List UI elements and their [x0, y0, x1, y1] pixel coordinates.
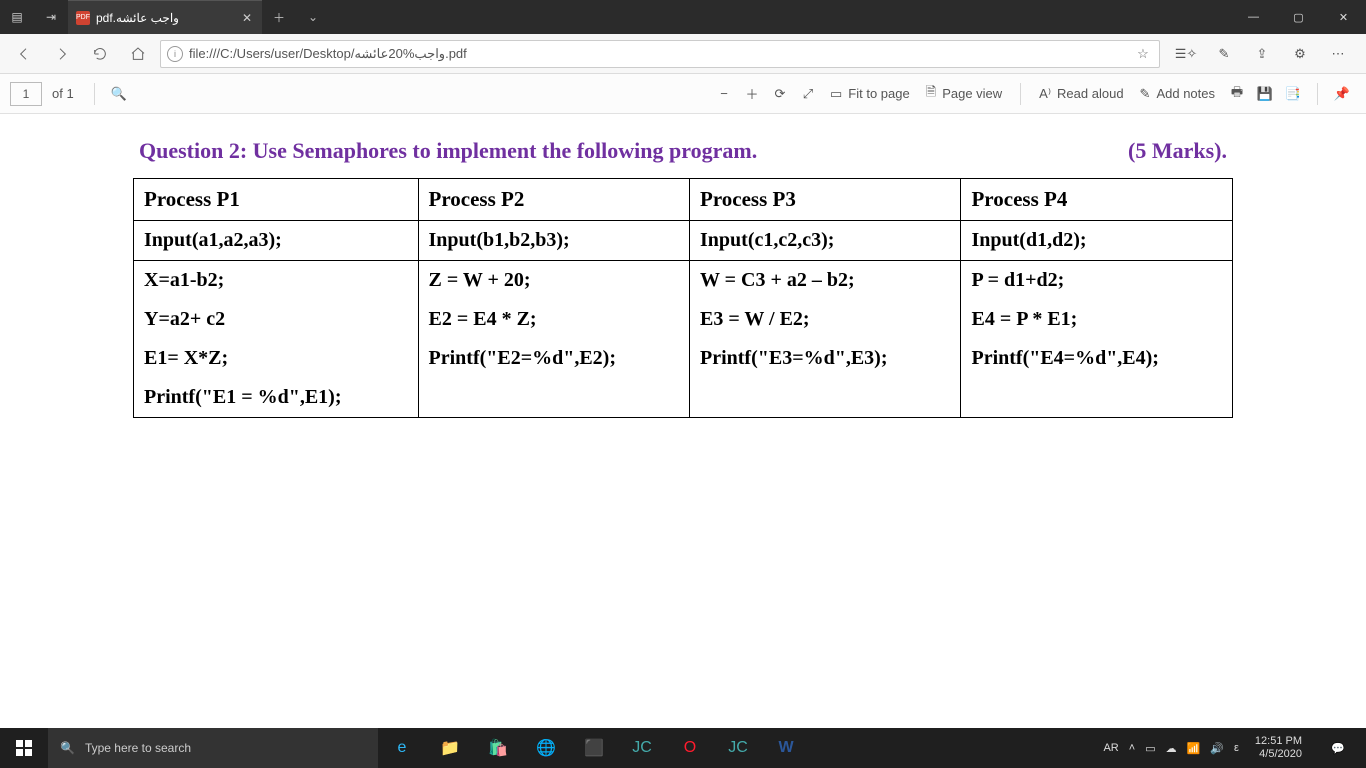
- window-titlebar: ▤ ⇥ PDF pdf.واجب عائشه ✕ ＋ ⌄ ― ▢ ✕: [0, 0, 1366, 34]
- tab-actions-icon[interactable]: ▤: [0, 10, 34, 24]
- share-icon[interactable]: ⇪: [1246, 38, 1278, 70]
- process-table: Process P1Process P2Process P3Process P4…: [133, 178, 1233, 418]
- taskbar-opera-icon[interactable]: O: [666, 728, 714, 768]
- taskbar-chrome-icon[interactable]: 🌐: [522, 728, 570, 768]
- page-number-input[interactable]: 1: [10, 82, 42, 106]
- search-pdf-icon[interactable]: 🔍: [105, 86, 133, 102]
- taskbar-edge-icon[interactable]: e: [378, 728, 426, 768]
- more-icon[interactable]: ⋯: [1322, 38, 1354, 70]
- tray-volume-icon[interactable]: 🔊: [1210, 742, 1224, 755]
- set-aside-tabs-icon[interactable]: ⇥: [34, 10, 68, 24]
- save-as-icon[interactable]: 📑: [1279, 86, 1307, 102]
- pdf-toolbar: 1 of 1 🔍 − ＋ ⟳ ⤢ ▭Fit to page 🗎Page view…: [0, 74, 1366, 114]
- pdf-file-icon: PDF: [76, 11, 90, 25]
- tray-wifi-icon[interactable]: 📶: [1187, 742, 1201, 755]
- forward-button[interactable]: [46, 38, 78, 70]
- settings-icon[interactable]: ⚙: [1284, 38, 1316, 70]
- back-button[interactable]: [8, 38, 40, 70]
- home-button[interactable]: [122, 38, 154, 70]
- tab-chevron-icon[interactable]: ⌄: [296, 0, 330, 34]
- taskbar-app3-icon[interactable]: JC: [714, 728, 762, 768]
- question-marks: (5 Marks).: [1128, 138, 1227, 164]
- close-window-button[interactable]: ✕: [1321, 0, 1366, 34]
- tray-chevron-up-icon[interactable]: ˄: [1129, 742, 1135, 754]
- pin-toolbar-icon[interactable]: 📌: [1328, 86, 1356, 102]
- reading-list-icon[interactable]: ☰✧: [1170, 38, 1202, 70]
- favorite-star-icon[interactable]: ☆: [1133, 46, 1153, 62]
- address-bar[interactable]: i file:///C:/Users/user/Desktop/واجب%20ع…: [160, 40, 1160, 68]
- read-aloud-button[interactable]: A⁾Read aloud: [1031, 82, 1131, 106]
- notes-icon[interactable]: ✎: [1208, 38, 1240, 70]
- question-text: Question 2: Use Semaphores to implement …: [139, 138, 757, 164]
- pdf-viewport: Question 2: Use Semaphores to implement …: [0, 114, 1366, 728]
- search-placeholder: Type here to search: [85, 741, 191, 755]
- taskbar-word-icon[interactable]: W: [762, 728, 810, 768]
- table-row: Input(a1,a2,a3); X=a1-b2; Y=a2+ c2 E1= X…: [134, 221, 1233, 418]
- address-bar-row: i file:///C:/Users/user/Desktop/واجب%20ع…: [0, 34, 1366, 74]
- site-info-icon[interactable]: i: [167, 46, 183, 62]
- refresh-button[interactable]: [84, 38, 116, 70]
- browser-tab[interactable]: PDF pdf.واجب عائشه ✕: [68, 0, 262, 34]
- fullscreen-icon[interactable]: ⤢: [794, 86, 822, 102]
- question-heading: Question 2: Use Semaphores to implement …: [133, 134, 1233, 178]
- zoom-out-icon[interactable]: −: [710, 86, 738, 101]
- tray-clock[interactable]: 12:51 PM 4/5/2020: [1249, 735, 1308, 761]
- minimize-button[interactable]: ―: [1231, 0, 1276, 34]
- tab-title: pdf.واجب عائشه: [96, 11, 234, 25]
- url-text: file:///C:/Users/user/Desktop/واجب%20عائ…: [189, 46, 1127, 62]
- new-tab-button[interactable]: ＋: [262, 0, 296, 34]
- tray-cloud-icon[interactable]: ☁: [1166, 742, 1177, 755]
- pdf-page: Question 2: Use Semaphores to implement …: [133, 134, 1233, 418]
- tray-language[interactable]: AR: [1103, 742, 1118, 754]
- search-icon: 🔍: [60, 741, 75, 755]
- save-icon[interactable]: 💾: [1251, 86, 1279, 102]
- taskbar-explorer-icon[interactable]: 📁: [426, 728, 474, 768]
- rotate-icon[interactable]: ⟳: [766, 86, 794, 102]
- maximize-button[interactable]: ▢: [1276, 0, 1321, 34]
- page-view-button[interactable]: 🗎Page view: [918, 79, 1010, 109]
- taskbar-app-icon[interactable]: ⬛: [570, 728, 618, 768]
- fit-to-page-button[interactable]: ▭Fit to page: [822, 82, 918, 106]
- taskbar-search[interactable]: 🔍 Type here to search: [48, 728, 378, 768]
- page-count-label: of 1: [52, 86, 74, 101]
- table-row: Process P1Process P2Process P3Process P4: [134, 179, 1233, 221]
- zoom-in-icon[interactable]: ＋: [738, 84, 766, 103]
- action-center-icon[interactable]: 💬: [1318, 742, 1358, 755]
- windows-taskbar: 🔍 Type here to search e 📁 🛍️ 🌐 ⬛ JC O JC…: [0, 728, 1366, 768]
- tray-battery-icon[interactable]: ▭: [1145, 742, 1155, 755]
- taskbar-app2-icon[interactable]: JC: [618, 728, 666, 768]
- add-notes-button[interactable]: ✎Add notes: [1132, 82, 1223, 106]
- taskbar-store-icon[interactable]: 🛍️: [474, 728, 522, 768]
- start-button[interactable]: [0, 740, 48, 756]
- close-tab-icon[interactable]: ✕: [240, 11, 254, 25]
- print-icon[interactable]: 🖶: [1223, 83, 1251, 105]
- tray-ime[interactable]: ε: [1234, 742, 1239, 754]
